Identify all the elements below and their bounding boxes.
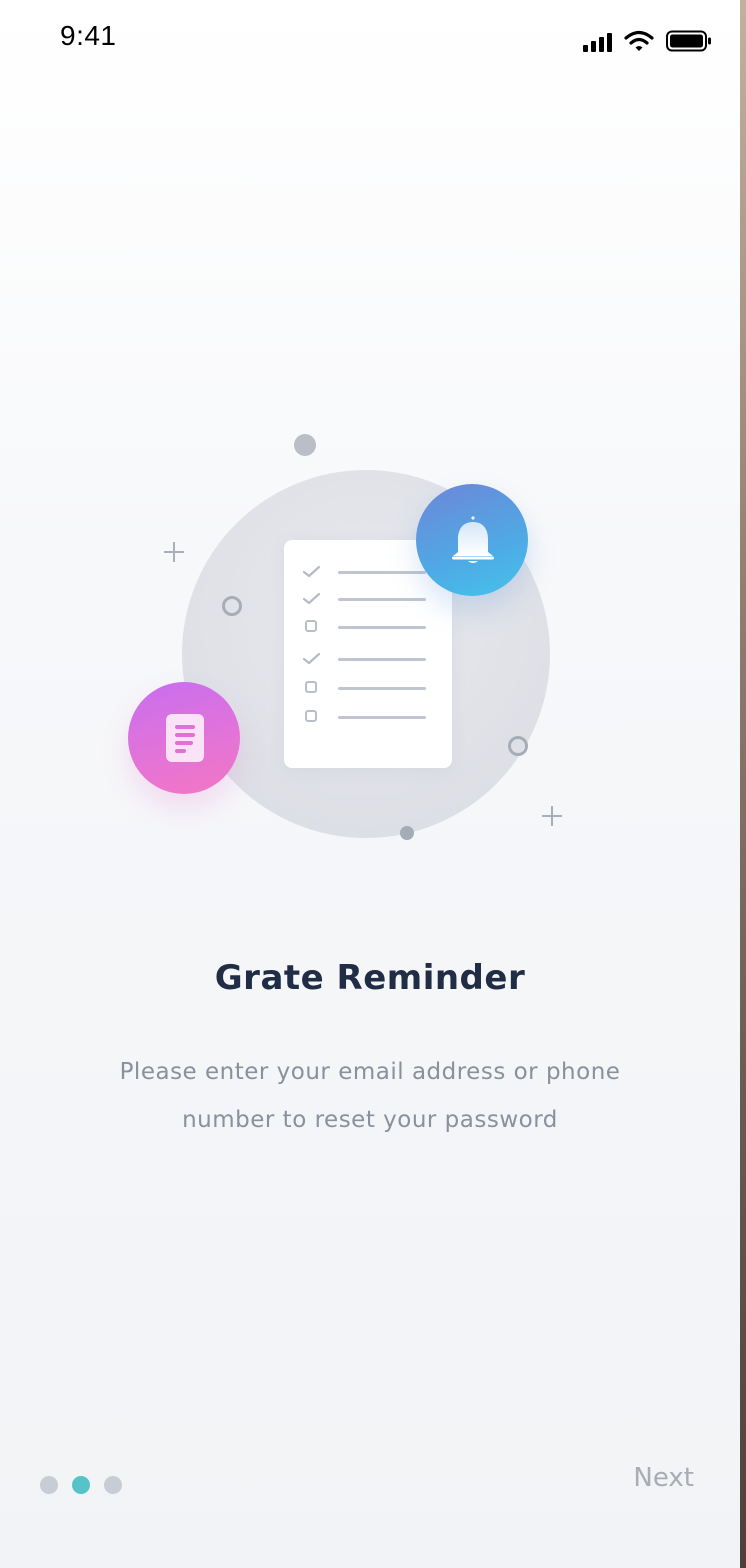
onboarding-title: Grate Reminder	[214, 958, 526, 998]
decoration-ring	[222, 596, 242, 616]
status-icons	[583, 28, 712, 52]
checkmark-icon	[302, 592, 321, 605]
page-dot-3[interactable]	[104, 1476, 122, 1494]
description-line: Please enter your email address or phone	[119, 1059, 621, 1085]
decoration-ring	[508, 736, 528, 756]
document-icon	[128, 682, 240, 794]
checklist-line	[338, 658, 426, 661]
page-dot-2[interactable]	[72, 1476, 90, 1494]
next-button[interactable]: Next	[633, 1463, 694, 1493]
description-line: number to reset your password	[182, 1107, 558, 1133]
checklist-line	[338, 626, 426, 629]
checklist-line	[338, 571, 426, 574]
checklist-row	[302, 617, 442, 637]
decoration-plus	[542, 806, 562, 826]
status-time: 9:41	[60, 20, 117, 51]
page-indicator	[40, 1476, 122, 1494]
checkbox-icon	[302, 617, 322, 637]
bell-icon	[416, 484, 528, 596]
checkmark-icon	[302, 565, 321, 578]
wifi-icon	[624, 30, 654, 51]
onboarding-illustration	[0, 420, 740, 860]
page-dot-1[interactable]	[40, 1476, 58, 1494]
checkbox-icon	[302, 707, 322, 727]
checklist-row	[302, 678, 442, 698]
background-edge	[740, 0, 746, 1568]
onboarding-screen: 9:41 Grate Reminder Please enter your em…	[0, 0, 740, 1568]
battery-icon	[666, 30, 711, 52]
onboarding-description: Please enter your email address or phone…	[90, 1048, 650, 1144]
checklist-row	[302, 707, 442, 727]
checklist-line	[338, 716, 426, 719]
decoration-dot	[294, 434, 316, 456]
checkmark-icon	[302, 652, 321, 665]
checklist-row	[302, 649, 442, 669]
document-glyph	[166, 714, 204, 762]
checklist-line	[338, 687, 426, 690]
decoration-plus	[164, 542, 184, 562]
decoration-dot	[400, 826, 414, 840]
cellular-signal-icon	[583, 32, 612, 52]
bell-glyph	[452, 516, 494, 563]
checklist-line	[338, 598, 426, 601]
checkbox-icon	[302, 678, 322, 698]
